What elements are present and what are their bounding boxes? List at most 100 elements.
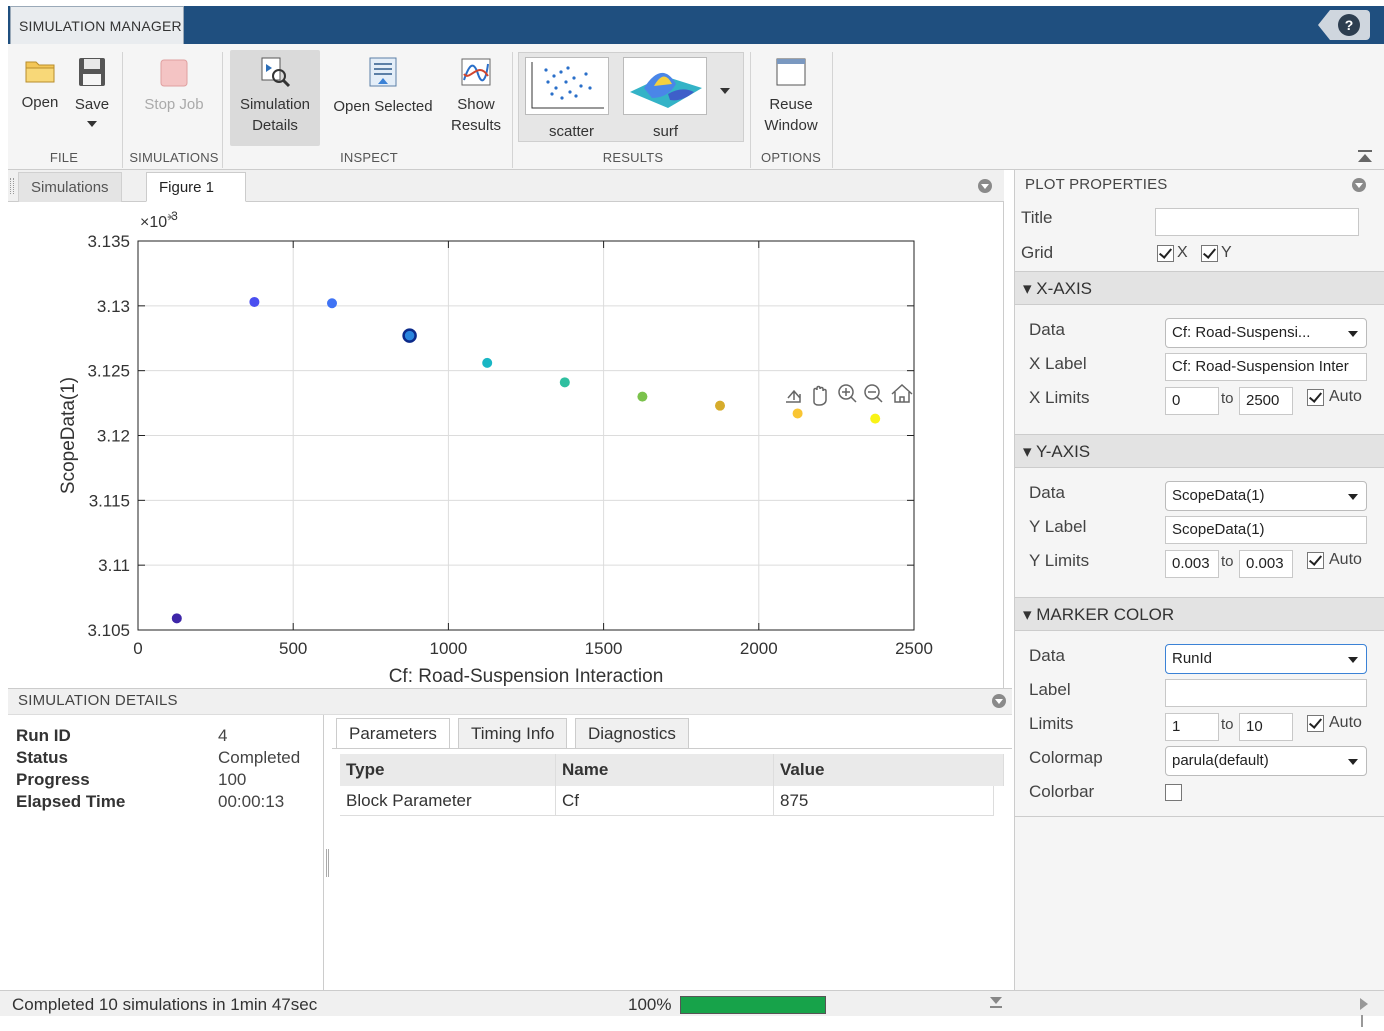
elapsed-time-value: 00:00:13 [218, 792, 285, 811]
stop-job-button[interactable]: Stop Job [136, 56, 212, 115]
x-label-input[interactable]: Cf: Road-Suspension Inter [1165, 353, 1367, 381]
colorbar-checkbox[interactable] [1165, 784, 1182, 801]
data-point[interactable] [637, 391, 648, 402]
grid-y-checkbox[interactable] [1201, 245, 1218, 262]
color-limit-max-input[interactable]: 10 [1239, 713, 1293, 741]
folder-icon [25, 61, 55, 83]
x-auto-checkbox[interactable] [1307, 389, 1324, 406]
x-limit-max-input[interactable]: 2500 [1239, 387, 1293, 415]
progress-value: 100 [218, 770, 247, 789]
zoom-out-icon[interactable] [864, 384, 883, 403]
group-label-simulations: SIMULATIONS [129, 150, 219, 165]
x-limit-min-input[interactable]: 0 [1165, 387, 1219, 415]
table-cell-value[interactable]: 875 [774, 786, 994, 816]
chevron-down-icon [1348, 657, 1358, 663]
collapse-ribbon-icon[interactable] [1358, 150, 1372, 164]
home-icon[interactable] [891, 383, 913, 403]
plot-gallery: scatter surf [518, 52, 744, 142]
color-label-input[interactable] [1165, 679, 1367, 707]
gallery-expand-icon[interactable] [720, 88, 730, 94]
x-data-value: Cf: Road-Suspensi... [1172, 324, 1311, 341]
reuse-window-button[interactable]: Reuse Window [758, 56, 824, 136]
color-auto-checkbox[interactable] [1307, 715, 1324, 732]
marker-color-section-header[interactable]: ▾ MARKER COLOR [1015, 597, 1384, 631]
x-axis-label: Cf: Road-Suspension Interaction [389, 666, 664, 687]
status-filter-icon[interactable] [990, 997, 1002, 1011]
gallery-surf-item[interactable] [623, 57, 707, 115]
help-icon: ? [1338, 14, 1360, 36]
table-cell-name[interactable]: Cf [556, 786, 774, 816]
open-selected-button[interactable]: Open Selected [328, 56, 438, 117]
y-tick-label: 3.13 [97, 297, 130, 316]
x-tick-label: 1500 [585, 639, 623, 658]
column-header-value[interactable]: Value [774, 754, 1004, 786]
color-limit-min-input[interactable]: 1 [1165, 713, 1219, 741]
save-dropdown-arrow-icon[interactable] [87, 121, 97, 127]
scatter-chart[interactable]: 0 500 1000 1500 2000 2500 3.135 3.13 3.125 3.12 3.… [8, 202, 1004, 688]
column-header-name[interactable]: Name [556, 754, 774, 786]
zoom-in-icon[interactable] [838, 384, 857, 403]
title-label: Title [1021, 208, 1053, 227]
progress-percent: 100% [628, 995, 672, 1014]
tab-diagnostics[interactable]: Diagnostics [575, 718, 689, 748]
expand-right-icon[interactable] [1360, 997, 1374, 1027]
table-cell-type[interactable]: Block Parameter [340, 786, 556, 816]
y-label-input[interactable]: ScopeData(1) [1165, 516, 1367, 544]
y-data-dropdown[interactable]: ScopeData(1) [1165, 481, 1367, 511]
colorbar-label: Colorbar [1029, 782, 1095, 801]
color-data-dropdown[interactable]: RunId [1165, 644, 1367, 674]
line-plot-icon [461, 58, 491, 86]
gallery-scatter-item[interactable] [525, 57, 609, 115]
data-point[interactable] [870, 413, 881, 424]
colormap-dropdown[interactable]: parula(default) [1165, 746, 1367, 776]
document-tabs: Simulations Figure 1 × [8, 170, 1004, 226]
data-point[interactable] [482, 357, 493, 368]
x-tick-label: 0 [133, 639, 142, 658]
app-tab[interactable]: SIMULATION MANAGER [10, 6, 184, 44]
y-axis-section-header[interactable]: ▾ Y-AXIS [1015, 434, 1384, 468]
x-limits-label: X Limits [1029, 388, 1090, 407]
title-input[interactable] [1155, 208, 1359, 236]
data-point[interactable] [171, 613, 182, 624]
selected-data-point[interactable] [402, 328, 417, 343]
data-point[interactable] [327, 298, 337, 309]
properties-menu-icon[interactable] [1352, 178, 1366, 192]
simulation-details-header: SIMULATION DETAILS [8, 689, 1012, 715]
app-titlebar: SIMULATION MANAGER ? [0, 0, 1384, 44]
tab-figure-1[interactable]: Figure 1 × [146, 172, 246, 226]
tab-parameters[interactable]: Parameters [336, 718, 450, 749]
scatter-thumbnail-icon [531, 62, 604, 109]
y-auto-label: Auto [1329, 551, 1362, 568]
export-icon[interactable] [786, 389, 801, 403]
column-header-type[interactable]: Type [340, 754, 556, 786]
drag-handle-icon[interactable] [10, 178, 14, 194]
open-button[interactable]: Open [16, 56, 64, 113]
panel-menu-icon[interactable] [978, 179, 992, 193]
axes-toolbar [786, 383, 913, 406]
data-point[interactable] [715, 400, 725, 411]
ribbon-separator [512, 52, 513, 168]
y-auto-checkbox[interactable] [1307, 552, 1324, 569]
simulation-details-button[interactable]: Simulation Details [230, 50, 320, 146]
data-point[interactable] [792, 408, 803, 419]
parameters-table: Type Name Value Block Parameter Cf 875 [340, 754, 1004, 816]
x-data-dropdown[interactable]: Cf: Road-Suspensi... [1165, 318, 1367, 348]
data-point[interactable] [559, 377, 570, 388]
show-results-button[interactable]: Show Results [448, 56, 504, 136]
y-exponent-label: ×10-3 [140, 209, 178, 231]
y-limit-max-input[interactable]: 0.003 [1239, 550, 1293, 578]
details-menu-icon[interactable] [992, 694, 1006, 708]
x-auto-label: Auto [1329, 388, 1362, 405]
data-point[interactable] [249, 296, 260, 307]
x-data-label: Data [1029, 320, 1065, 339]
x-axis-section-header[interactable]: ▾ X-AXIS [1015, 271, 1384, 305]
splitter-handle[interactable] [326, 849, 329, 877]
pan-hand-icon[interactable] [813, 385, 827, 406]
tab-simulations[interactable]: Simulations [18, 172, 122, 202]
grid-x-checkbox[interactable] [1157, 245, 1174, 262]
tab-timing-info[interactable]: Timing Info [458, 718, 568, 748]
gallery-surf-label: surf [653, 123, 679, 140]
y-limit-min-input[interactable]: 0.003 [1165, 550, 1219, 578]
stop-icon [160, 59, 188, 87]
save-button[interactable]: Save [70, 56, 114, 127]
